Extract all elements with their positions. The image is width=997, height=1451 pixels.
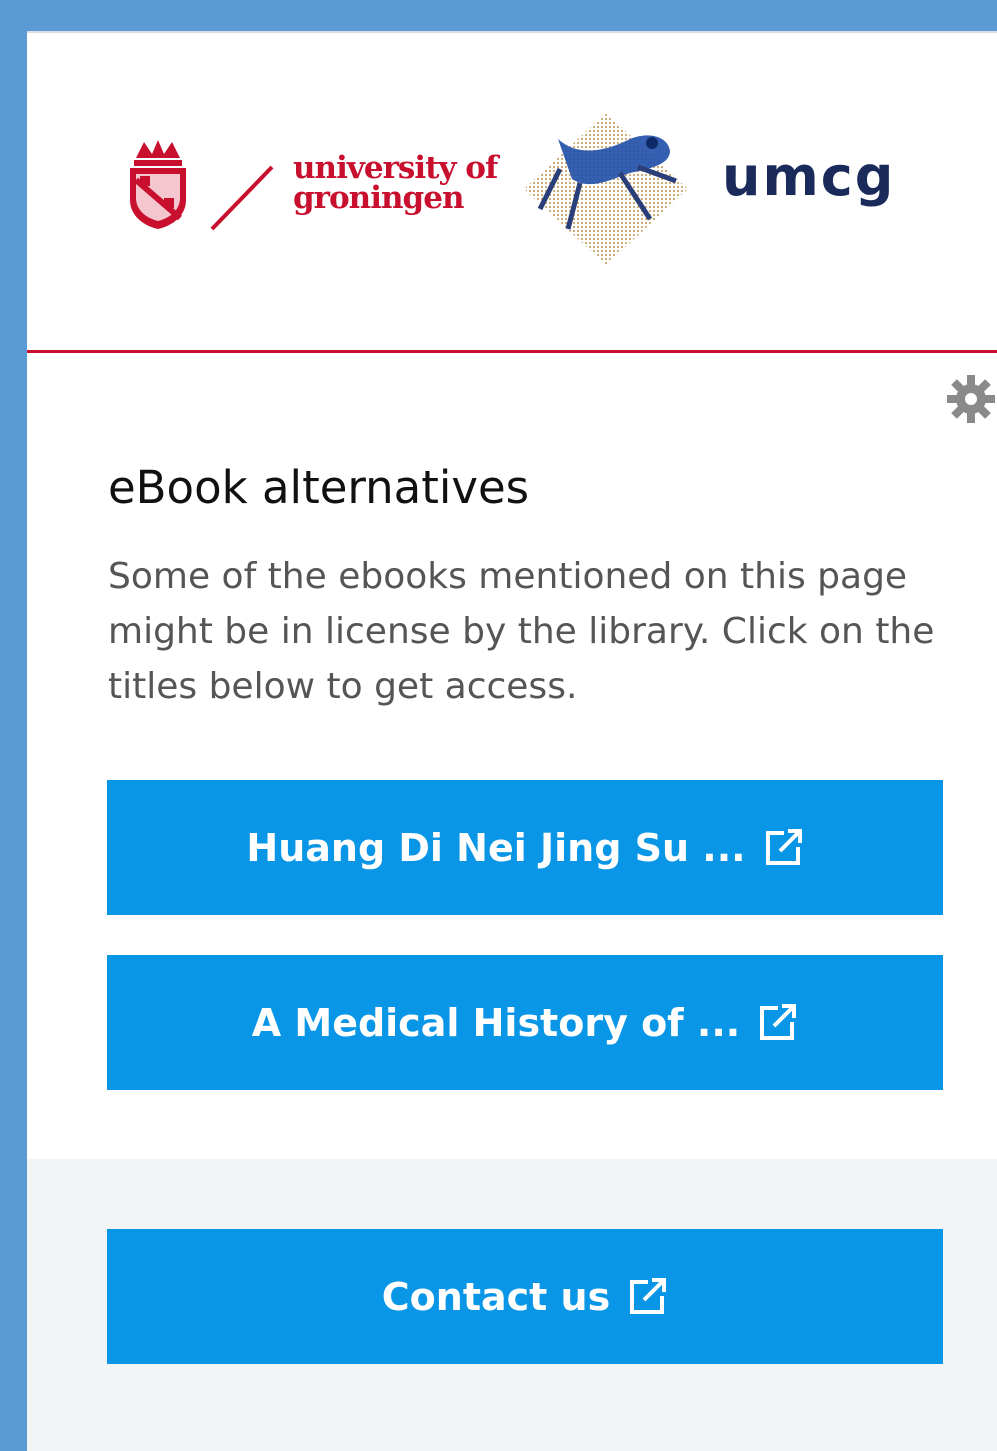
section-title: eBook alternatives bbox=[108, 461, 530, 514]
gear-icon[interactable] bbox=[945, 373, 997, 425]
ebook-link-label-2: A Medical History of ... bbox=[251, 1000, 741, 1045]
university-line-2: groningen bbox=[293, 180, 464, 216]
contact-us-label: Contact us bbox=[381, 1274, 611, 1319]
umcg-logo-text: umcg bbox=[722, 145, 896, 208]
header-logos: university of groningen umcg bbox=[27, 33, 997, 353]
ebook-panel: university of groningen umcg eBook alter… bbox=[27, 31, 997, 1451]
logo-divider-slash bbox=[210, 165, 274, 231]
university-crest-logo bbox=[130, 140, 186, 229]
university-line-1: university of bbox=[293, 150, 498, 186]
external-link-icon bbox=[760, 1003, 797, 1040]
ebook-link-button-2[interactable]: A Medical History of ... bbox=[107, 955, 943, 1090]
section-description: Some of the ebooks mentioned on this pag… bbox=[108, 556, 935, 707]
footer-area: Contact us bbox=[27, 1159, 997, 1451]
ebook-link-button-1[interactable]: Huang Di Nei Jing Su ... bbox=[107, 780, 943, 915]
external-link-icon bbox=[630, 1277, 667, 1314]
university-name: university of groningen bbox=[293, 150, 498, 216]
ebook-link-label-1: Huang Di Nei Jing Su ... bbox=[246, 825, 746, 870]
contact-us-button[interactable]: Contact us bbox=[107, 1229, 943, 1364]
external-link-icon bbox=[765, 828, 802, 865]
frog-emblem-logo bbox=[524, 113, 688, 265]
